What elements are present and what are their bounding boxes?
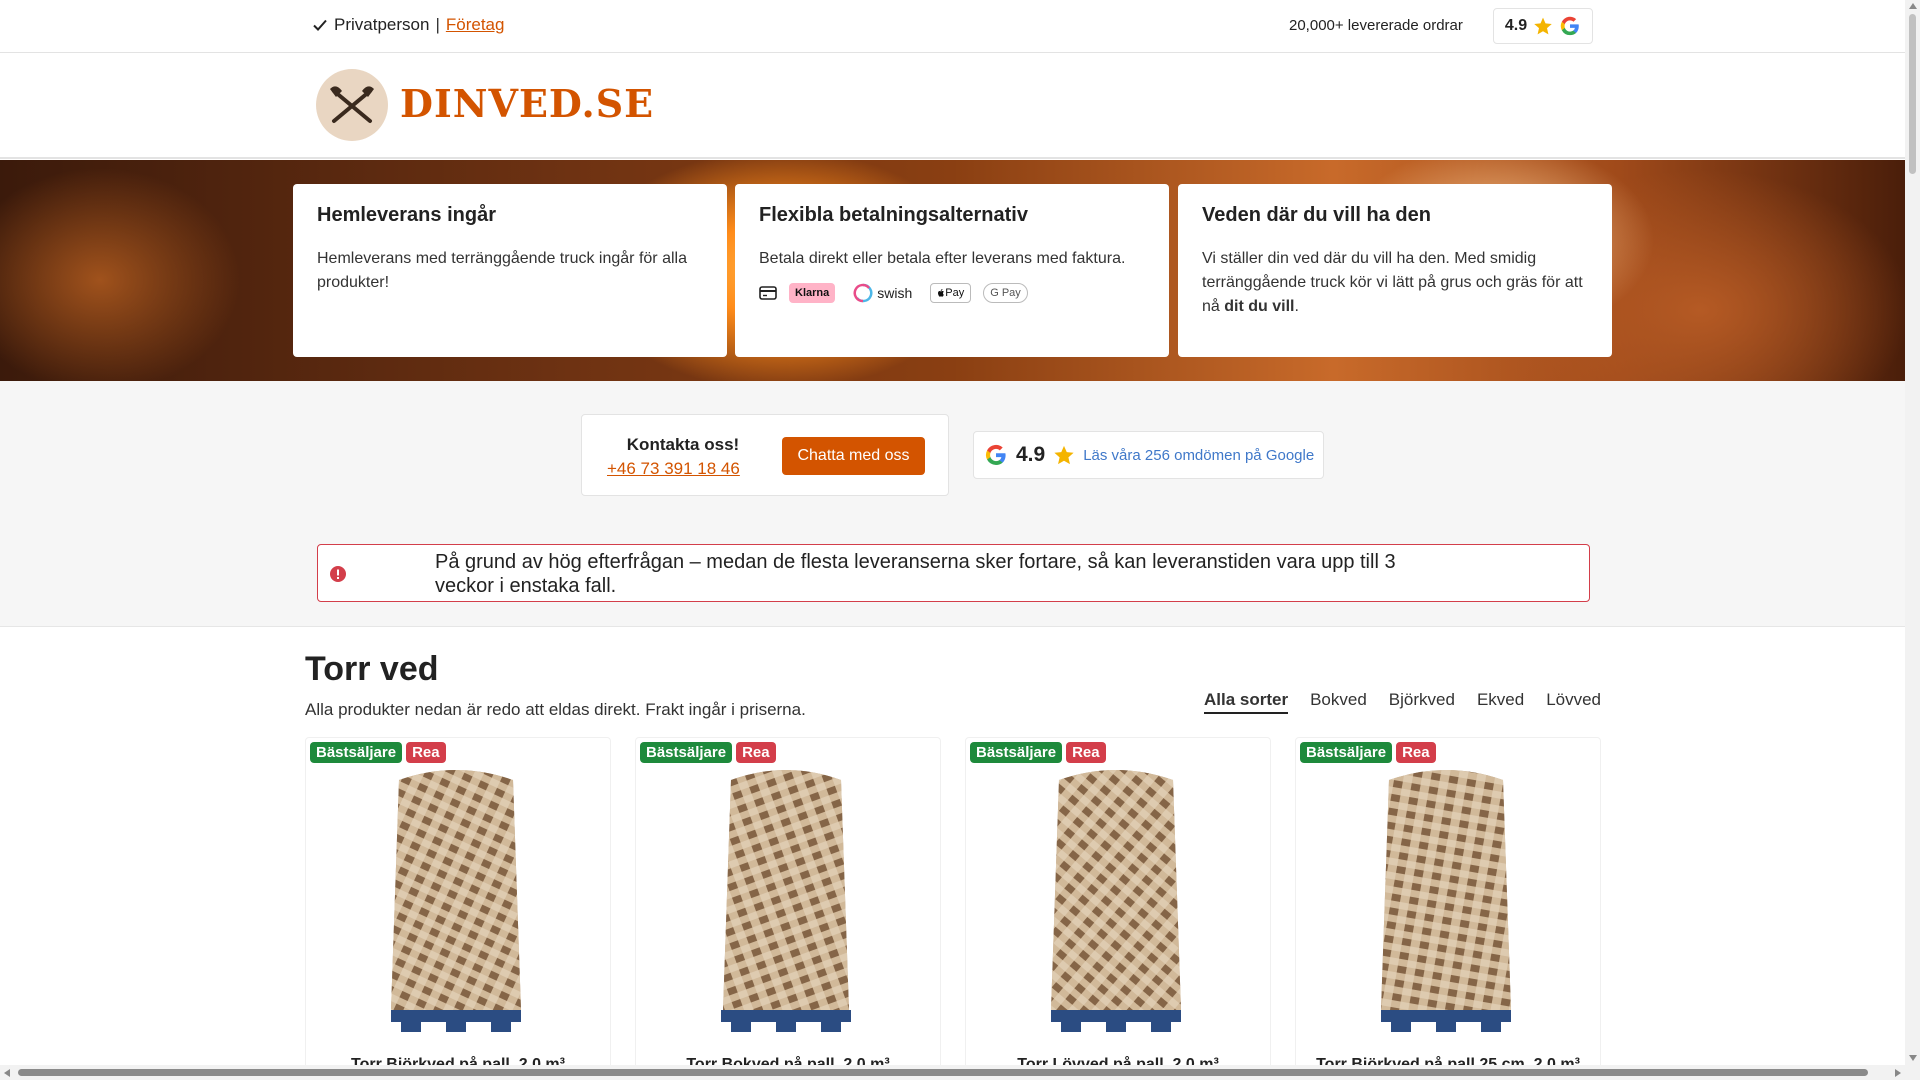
contact-box: Kontakta oss! +46 73 391 18 46 Chatta me… (581, 414, 949, 496)
business-customer-link[interactable]: Företag (446, 15, 505, 35)
product-badges: Bästsäljare Rea (1300, 742, 1436, 763)
horizontal-scroll-thumb[interactable] (18, 1069, 1868, 1076)
sale-badge: Rea (1066, 742, 1106, 763)
bestseller-badge: Bästsäljare (640, 742, 733, 763)
filter-bokved[interactable]: Bokved (1310, 690, 1367, 714)
orders-count: 20,000+ levererade ordrar (1289, 17, 1463, 34)
product-filter-tabs: Alla sorter Bokved Björkved Ekved Lövved (1204, 690, 1601, 714)
products-subtitle: Alla produkter nedan är redo att eldas d… (305, 700, 806, 719)
credit-card-icon (759, 286, 777, 300)
filter-ekved[interactable]: Ekved (1477, 690, 1524, 714)
logo-text[interactable]: DINVED.SE (400, 81, 654, 126)
scroll-right-arrow-icon[interactable] (1895, 1069, 1901, 1077)
scroll-up-arrow-icon[interactable] (1909, 3, 1917, 9)
feature-text: Betala direkt eller betala efter leveran… (759, 250, 1126, 267)
product-card[interactable]: Bästsäljare Rea Torr Björkved på pall 25… (1295, 737, 1601, 1080)
google-pay-logo: G Pay (983, 283, 1028, 303)
vertical-scroll-thumb[interactable] (1909, 14, 1916, 174)
top-bar: Privatperson | Företag 20,000+ levererad… (0, 0, 1905, 53)
payment-methods: Klarna swish Pay G Pay (759, 283, 1145, 303)
chat-button[interactable]: Chatta med oss (782, 437, 925, 475)
feature-card-payment: Flexibla betalningsalternativ Betala dir… (735, 184, 1169, 357)
filter-all[interactable]: Alla sorter (1204, 690, 1289, 714)
google-reviews-link[interactable]: Läs våra 256 omdömen på Google (1083, 447, 1314, 464)
site-header: DINVED.SE (0, 53, 1905, 159)
feature-card-placement: Veden där du vill ha den Vi ställer din … (1178, 184, 1612, 357)
swish-icon (853, 283, 873, 303)
contact-title: Kontakta oss! (626, 435, 740, 454)
product-badges: Bästsäljare Rea (640, 742, 776, 763)
star-icon (1534, 17, 1552, 35)
filter-lovved[interactable]: Lövved (1546, 690, 1601, 714)
filter-bjorkved[interactable]: Björkved (1389, 690, 1455, 714)
apple-pay-logo: Pay (930, 283, 972, 303)
swish-logo: swish (847, 283, 918, 303)
customer-type-switch: Privatperson | Företag (312, 15, 504, 35)
delivery-alert: På grund av hög efterfrågan – medan de f… (317, 544, 1590, 602)
rating-value: 4.9 (1504, 17, 1528, 34)
google-rating-value: 4.9 (1016, 443, 1046, 466)
private-customer-link[interactable]: Privatperson (334, 15, 429, 35)
product-card[interactable]: Bästsäljare Rea Torr Bokved på pall, 2,0… (635, 737, 941, 1080)
sale-badge: Rea (1396, 742, 1436, 763)
swish-label: swish (877, 285, 913, 301)
sale-badge: Rea (406, 742, 446, 763)
check-icon (313, 19, 327, 31)
google-icon (1560, 16, 1579, 36)
product-badges: Bästsäljare Rea (310, 742, 446, 763)
feature-text: Hemleverans med terränggående truck ingå… (317, 250, 687, 291)
feature-card-delivery: Hemleverans ingår Hemleverans med terrän… (293, 184, 727, 357)
product-badges: Bästsäljare Rea (970, 742, 1106, 763)
scroll-down-arrow-icon[interactable] (1909, 1055, 1917, 1061)
bestseller-badge: Bästsäljare (310, 742, 403, 763)
feature-title: Flexibla betalningsalternativ (759, 204, 1028, 226)
bestseller-badge: Bästsäljare (970, 742, 1063, 763)
klarna-logo: Klarna (789, 283, 836, 303)
apple-icon (938, 289, 945, 297)
products-heading: Torr ved (305, 650, 439, 688)
vertical-scrollbar[interactable] (1905, 0, 1920, 1080)
sale-badge: Rea (736, 742, 776, 763)
product-card[interactable]: Bästsäljare Rea Torr Lövved på pall, 2,0… (965, 737, 1271, 1080)
crossed-axes-icon (330, 86, 374, 123)
apple-pay-label: Pay (945, 287, 965, 299)
phone-link[interactable]: +46 73 391 18 46 (607, 459, 740, 479)
product-card[interactable]: Bästsäljare Rea Torr Björkved på pall, 2… (305, 737, 611, 1080)
scroll-left-arrow-icon[interactable] (4, 1069, 10, 1077)
firewood-pallet-image (721, 770, 851, 1032)
firewood-pallet-image (391, 770, 521, 1032)
firewood-pallet-image (1051, 770, 1181, 1032)
horizontal-scrollbar[interactable] (0, 1065, 1905, 1080)
star-icon (1054, 445, 1074, 465)
separator: | (435, 15, 440, 34)
google-reviews-box[interactable]: 4.9 Läs våra 256 omdömen på Google (973, 431, 1324, 479)
alert-icon (330, 566, 346, 582)
alert-text: På grund av hög efterfrågan – medan de f… (435, 551, 1396, 597)
feature-title: Hemleverans ingår (317, 204, 496, 226)
bestseller-badge: Bästsäljare (1300, 742, 1393, 763)
firewood-pallet-image (1381, 770, 1511, 1032)
google-icon (985, 444, 1006, 466)
feature-text: Vi ställer din ved där du vill ha den. M… (1202, 250, 1583, 315)
logo-icon[interactable] (316, 69, 388, 141)
google-rating-badge[interactable]: 4.9 (1493, 8, 1593, 44)
feature-title: Veden där du vill ha den (1202, 204, 1431, 226)
